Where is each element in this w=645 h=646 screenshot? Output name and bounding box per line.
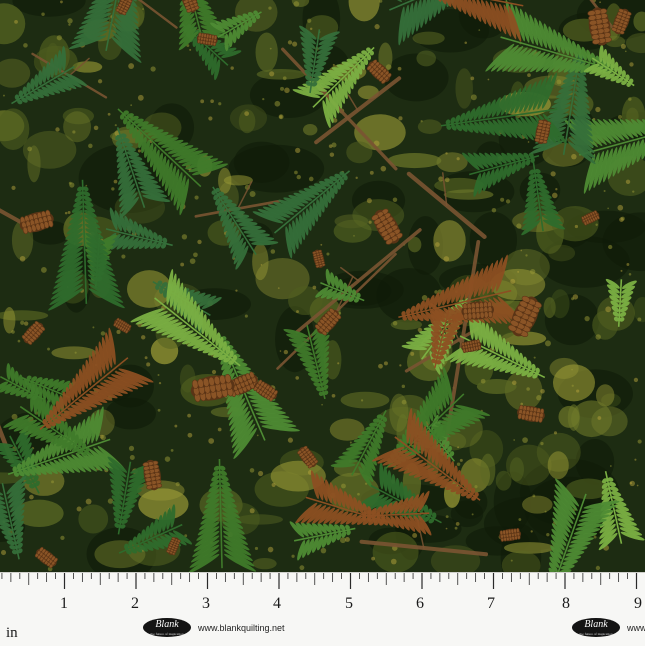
forest-floor-fabric — [0, 0, 645, 572]
ruler-number-5: 5 — [345, 595, 353, 613]
ruler-number-2: 2 — [131, 595, 139, 613]
ruler-number-8: 8 — [562, 595, 570, 613]
ruler-number-9: 9 — [634, 595, 642, 613]
website-url: www.blankquilting.net — [198, 623, 285, 633]
blank-logo-text: Blank — [155, 619, 178, 630]
blank-logo-repeat: Blank the future of inspiration — [572, 618, 620, 637]
blank-logo-tagline: the future of inspiration — [143, 632, 191, 636]
ruler-number-3: 3 — [202, 595, 210, 613]
ruler-number-4: 4 — [273, 595, 281, 613]
ruler-number-7: 7 — [487, 595, 495, 613]
ruler-unit-label: in — [6, 625, 18, 642]
selvage-ruler: 1 2 3 4 5 6 7 8 9 in Blank the future of… — [0, 572, 645, 646]
blank-logo-repeat-text: Blank — [584, 619, 607, 630]
ruler-number-6: 6 — [416, 595, 424, 613]
blank-logo: Blank the future of inspiration — [143, 618, 191, 637]
ruler-ticks — [0, 573, 645, 646]
blank-logo-repeat-tagline: the future of inspiration — [572, 632, 620, 636]
ruler-number-1: 1 — [60, 595, 68, 613]
website-url-partial: www — [627, 623, 645, 633]
